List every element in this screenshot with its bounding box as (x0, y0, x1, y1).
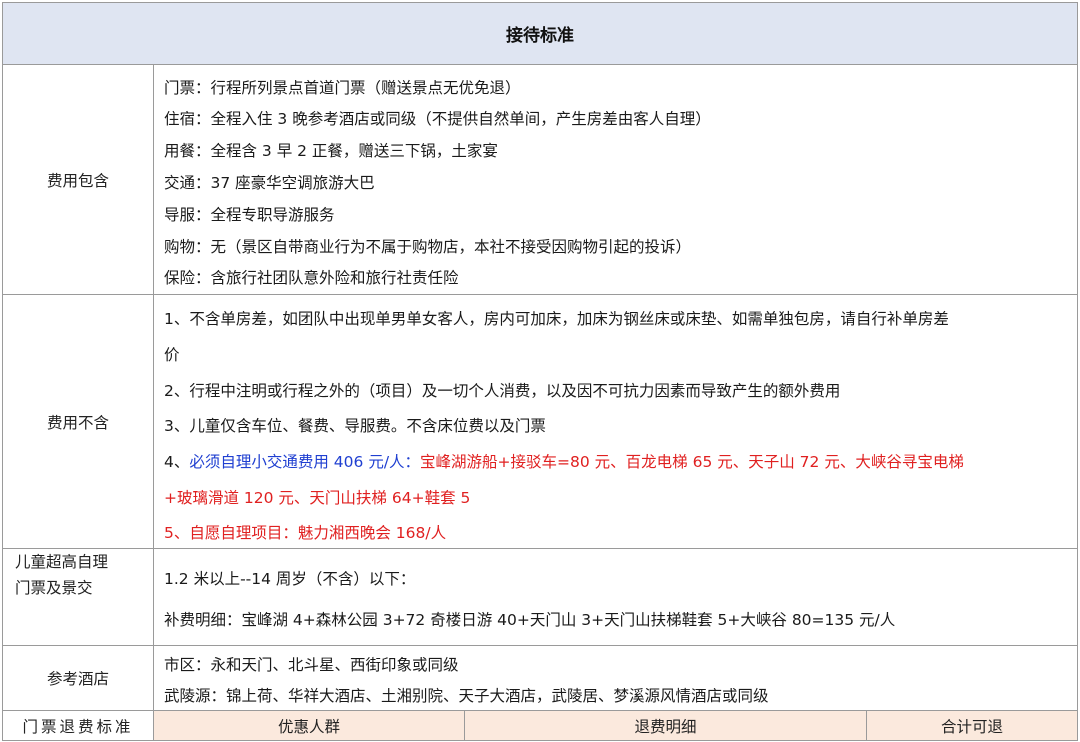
excluded-item-3: 3、儿童仅含车位、餐费、导服费。不含床位费以及门票 (164, 417, 546, 435)
included-item: 保险：含旅行社团队意外险和旅行社责任险 (164, 269, 459, 287)
child-content-cell: 1.2 米以上--14 周岁（不含）以下： 补费明细：宝峰湖 4+森林公园 3+… (153, 548, 1078, 646)
table-title-text: 接待标准 (506, 26, 574, 46)
excluded-label-cell: 费用不含 (2, 294, 154, 549)
child-label-line2: 门票及景交 (15, 579, 93, 597)
reception-standard-table: 接待标准 费用包含 门票：行程所列景点首道门票（赠送景点无优免退） 住宿：全程入… (0, 0, 1080, 742)
excluded-label: 费用不含 (46, 413, 109, 432)
included-item: 购物：无（景区自带商业行为不属于购物店，本社不接受因购物引起的投诉） (164, 238, 692, 256)
refund-label: 门票退费标准 (22, 717, 134, 736)
refund-col-header: 合计可退 (866, 710, 1078, 741)
hotel-line-1: 市区：永和天门、北斗星、西街印象或同级 (164, 656, 459, 674)
excluded-item-5-red: 自愿自理项目：魅力湘西晚会 168/人 (189, 524, 447, 542)
included-item: 导服：全程专职导游服务 (164, 206, 335, 224)
included-label: 费用包含 (46, 171, 109, 190)
hotel-content-cell: 市区：永和天门、北斗星、西街印象或同级 武陵源：锦上荷、华祥大酒店、土湘别院、天… (153, 645, 1078, 711)
hotel-label-cell: 参考酒店 (2, 645, 154, 711)
excluded-item-4-red: 宝峰湖游船+接驳车=80 元、百龙电梯 65 元、天子山 72 元、大峡谷寻宝电… (420, 453, 964, 471)
child-line-2: 补费明细：宝峰湖 4+森林公园 3+72 奇楼日游 40+天门山 3+天门山扶梯… (164, 611, 896, 629)
refund-col-2: 退费明细 (634, 717, 697, 736)
excluded-item-4-blue: 必须自理小交通费用 406 元/人： (189, 453, 421, 471)
excluded-content-cell: 1、不含单房差，如团队中出现单男单女客人，房内可加床，加床为钢丝床或床垫、如需单… (153, 294, 1078, 549)
excluded-item-4-prefix: 4、 (164, 453, 190, 471)
excluded-item-4-cont: +玻璃滑道 120 元、天门山扶梯 64+鞋套 5 (164, 489, 471, 507)
child-label-line1: 儿童超高自理 (15, 553, 109, 571)
included-item: 用餐：全程含 3 早 2 正餐，赠送三下锅，土家宴 (164, 142, 498, 160)
refund-col-1: 优惠人群 (277, 717, 340, 736)
refund-col-header: 优惠人群 (153, 710, 465, 741)
included-item: 住宿：全程入住 3 晚参考酒店或同级（不提供自然单间，产生房差由客人自理） (164, 110, 711, 128)
excluded-item-4: 4、必须自理小交通费用 406 元/人：宝峰湖游船+接驳车=80 元、百龙电梯 … (164, 450, 964, 472)
refund-label-cell: 门票退费标准 (2, 710, 154, 741)
refund-col-3: 合计可退 (940, 717, 1003, 736)
table-title: 接待标准 (2, 2, 1078, 65)
refund-col-header: 退费明细 (464, 710, 867, 741)
child-label-cell: 儿童超高自理 门票及景交 (2, 548, 154, 646)
included-item: 交通：37 座豪华空调旅游大巴 (164, 174, 375, 192)
excluded-item-1-cont: 价 (164, 346, 180, 364)
hotel-line-2: 武陵源：锦上荷、华祥大酒店、土湘别院、天子大酒店，武陵居、梦溪源风情酒店或同级 (164, 687, 769, 705)
child-line-1: 1.2 米以上--14 周岁（不含）以下： (164, 570, 416, 588)
excluded-item-5: 5、自愿自理项目：魅力湘西晚会 168/人 (164, 521, 446, 543)
included-label-cell: 费用包含 (2, 64, 154, 295)
excluded-item-5-prefix: 5、 (164, 524, 190, 542)
excluded-item-1: 1、不含单房差，如团队中出现单男单女客人，房内可加床，加床为钢丝床或床垫、如需单… (164, 310, 949, 328)
excluded-item-2: 2、行程中注明或行程之外的（项目）及一切个人消费，以及因不可抗力因素而导致产生的… (164, 382, 841, 400)
included-item: 门票：行程所列景点首道门票（赠送景点无优免退） (164, 79, 521, 97)
hotel-label: 参考酒店 (46, 670, 109, 688)
included-content-cell: 门票：行程所列景点首道门票（赠送景点无优免退） 住宿：全程入住 3 晚参考酒店或… (153, 64, 1078, 295)
